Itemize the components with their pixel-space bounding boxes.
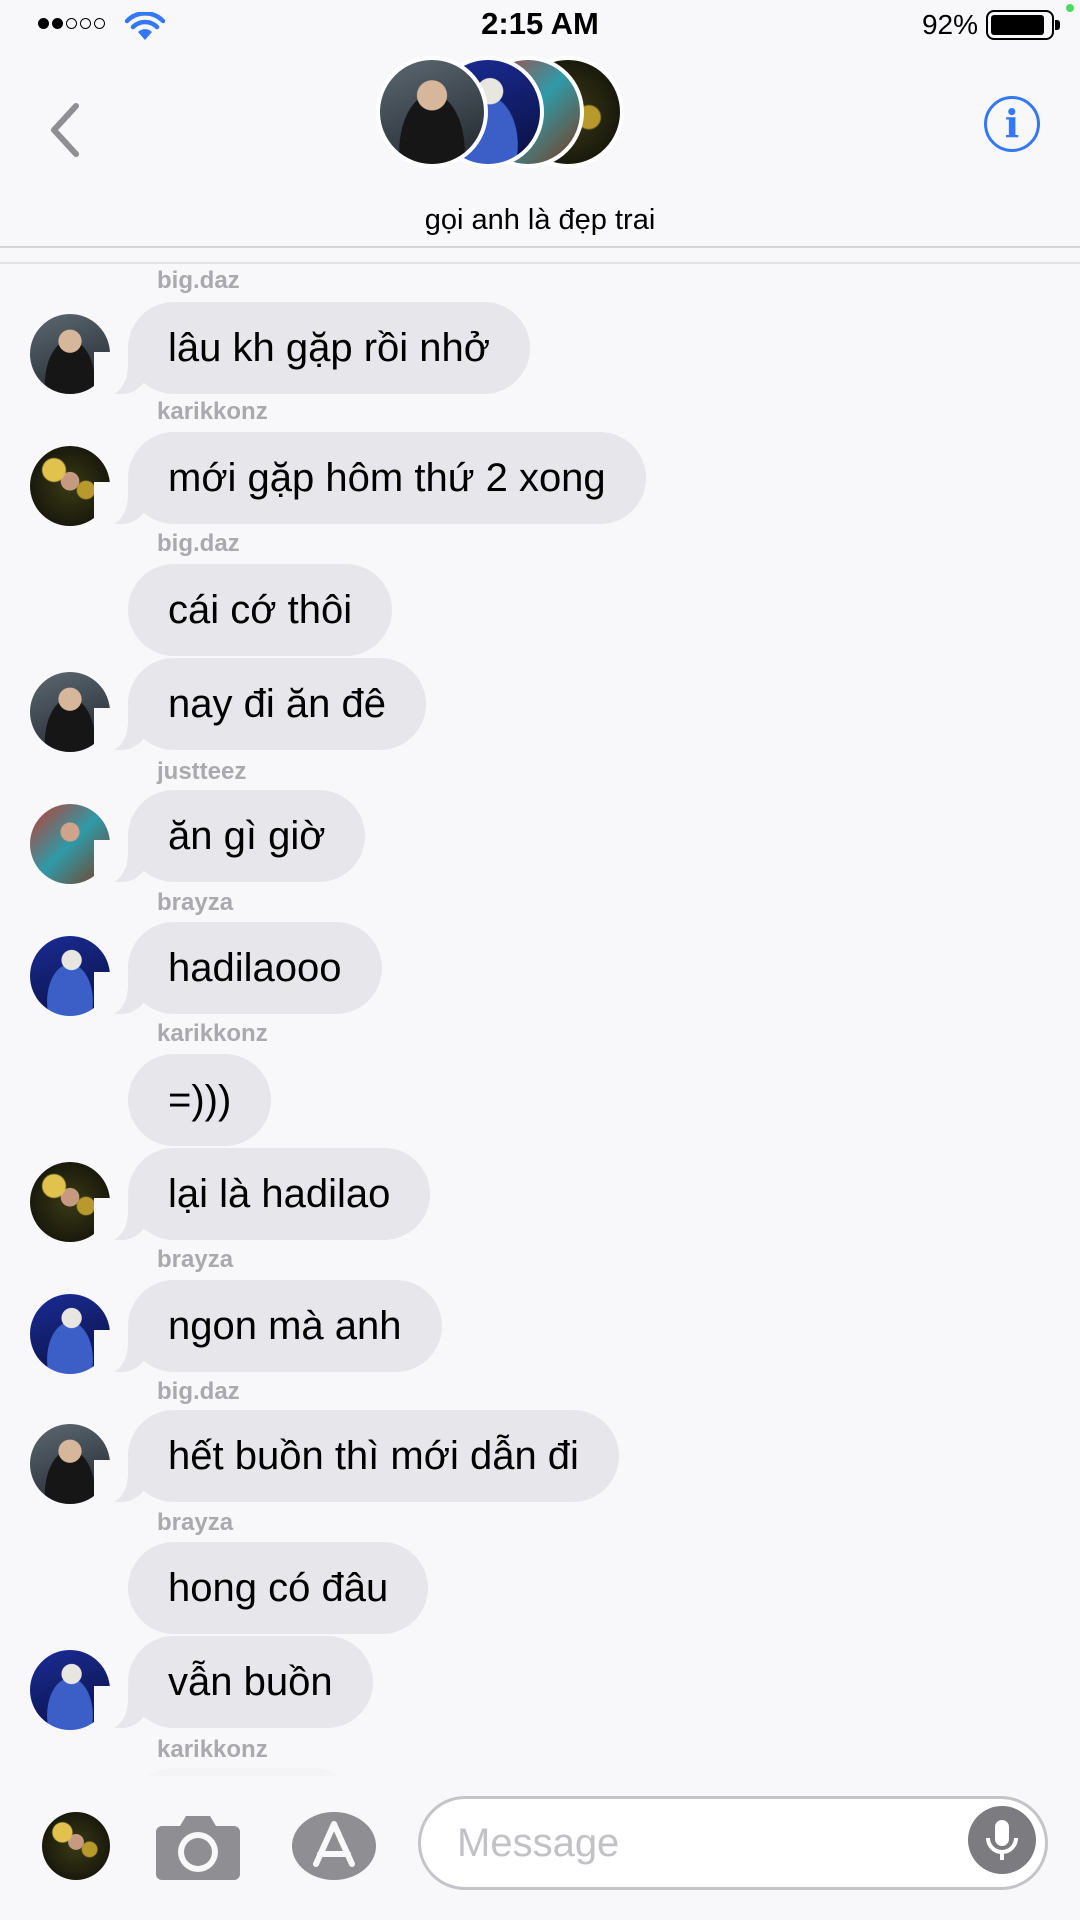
chevron-left-icon[interactable] [44, 100, 84, 160]
conversation-header: i gọi anh là đẹp trai [0, 52, 1080, 248]
message-bubble[interactable]: hong có đâu [128, 1542, 429, 1634]
sender-name: justteez [157, 758, 247, 785]
sender-name: karikkonz [157, 1736, 268, 1763]
message-bubble[interactable]: nay đi ăn đê [94, 658, 426, 752]
message-list[interactable]: big.daz lâu kh gặp rồi nhở karikkonz mới… [0, 264, 1080, 1860]
avatar [376, 56, 488, 168]
status-bar: 2:15 AM 92% [0, 0, 1080, 52]
message-bubble[interactable]: mới gặp hôm thứ 2 xong [94, 432, 646, 526]
camera-icon[interactable] [154, 1808, 242, 1884]
message-bubble[interactable]: ăn gì giờ [93, 790, 366, 884]
status-time: 2:15 AM [481, 6, 599, 41]
sender-name: big.daz [157, 530, 240, 557]
sender-name: karikkonz [157, 1020, 268, 1047]
sender-name: brayza [157, 889, 234, 916]
battery-icon [986, 10, 1060, 40]
group-name[interactable]: gọi anh là đẹp trai [0, 204, 1080, 237]
app-store-icon[interactable] [290, 1810, 378, 1882]
group-avatar-stack[interactable] [376, 56, 626, 170]
message-bubble[interactable]: ngon mà anh [94, 1280, 442, 1374]
sender-name: big.daz [157, 1378, 240, 1405]
avatar[interactable] [42, 1812, 110, 1880]
message-input[interactable] [418, 1796, 1048, 1890]
message-bubble[interactable]: hết buồn thì mới dẫn đi [94, 1410, 619, 1504]
compose-bar [0, 1776, 1080, 1920]
microphone-icon [986, 1820, 1018, 1860]
message-bubble[interactable]: lại là hadilao [93, 1148, 431, 1242]
privacy-indicator [1066, 4, 1074, 12]
microphone-button[interactable] [968, 1806, 1036, 1874]
info-icon[interactable]: i [984, 96, 1040, 152]
message-bubble[interactable]: hadilaooo [94, 922, 382, 1016]
sender-name: big.daz [157, 267, 240, 294]
sender-name: brayza [157, 1509, 234, 1536]
message-bubble[interactable]: lâu kh gặp rồi nhở [94, 302, 530, 396]
message-bubble[interactable]: vẫn buồn [94, 1636, 373, 1730]
battery-percentage: 92% [921, 9, 978, 40]
sender-name: karikkonz [157, 398, 268, 425]
message-bubble[interactable]: cái cớ thôi [128, 564, 393, 656]
sender-name: brayza [157, 1246, 234, 1273]
message-bubble[interactable]: =))) [128, 1054, 272, 1146]
